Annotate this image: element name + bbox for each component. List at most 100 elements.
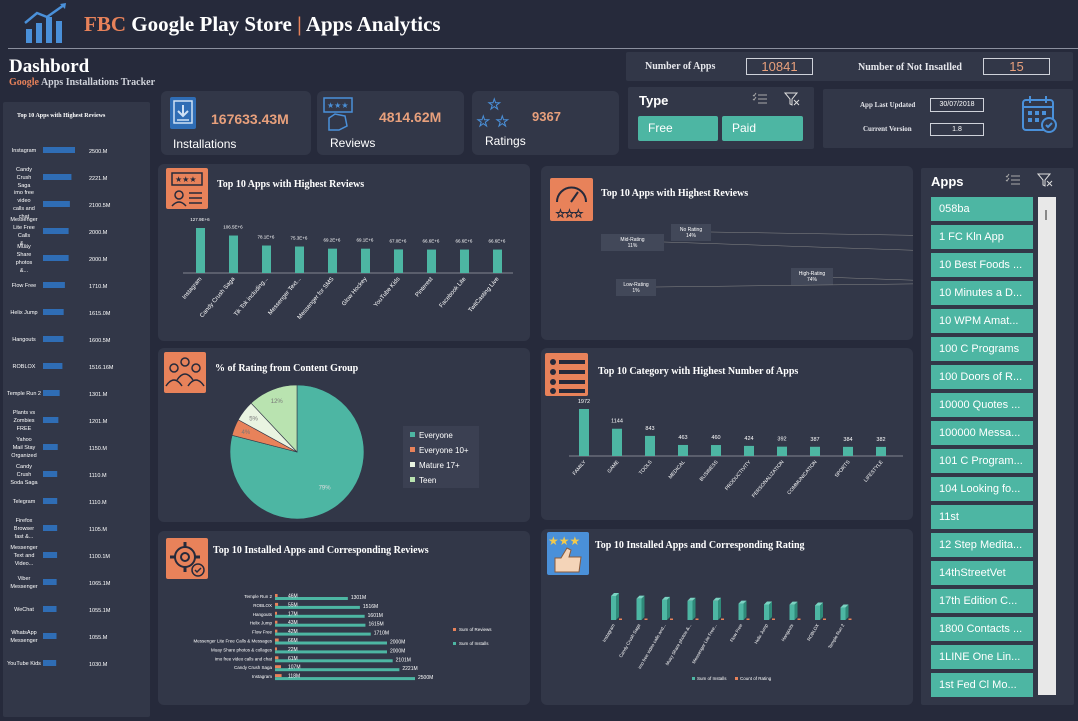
installed-reviews-category-label: Temple Run 2 bbox=[244, 594, 272, 599]
apps-list-item[interactable]: 100000 Messa... bbox=[931, 421, 1033, 445]
left-chart-category-label: Firefox bbox=[16, 518, 33, 524]
apps-list-item[interactable]: 1st Fed Cl Mo... bbox=[931, 673, 1033, 697]
reviews-category-label: Tik Tok including... bbox=[233, 276, 269, 318]
reviews-value-label: 66.6E+6 bbox=[423, 239, 440, 244]
rating-donut-chart: High-Rating74%Low-Rating1%Mid-Rating11%N… bbox=[601, 224, 913, 296]
apps-list-item[interactable]: 104 Looking fo... bbox=[931, 477, 1033, 501]
installed-reviews-reviews-bar bbox=[275, 665, 281, 669]
category-value-label: 424 bbox=[744, 436, 753, 442]
reviews-value-label: 69.2E+6 bbox=[324, 238, 341, 243]
rating-bar-count bbox=[721, 618, 724, 620]
apps-list-item[interactable]: 10 Best Foods ... bbox=[931, 253, 1033, 277]
svg-text:★★★: ★★★ bbox=[175, 175, 197, 184]
installed-reviews-installs-label: 1516M bbox=[363, 604, 378, 610]
apps-list-item[interactable]: 100 Doors of R... bbox=[931, 365, 1033, 389]
rating-category-label: Flow Free bbox=[729, 623, 744, 643]
apps-list-item[interactable]: 11st bbox=[931, 505, 1033, 529]
rating-bar-side bbox=[616, 593, 619, 620]
reviews-value: 4814.62M bbox=[379, 109, 442, 125]
rating-category-label: ROBLOX bbox=[806, 623, 820, 642]
reviews-bar bbox=[493, 249, 502, 273]
installed-reviews-chart: Temple Run 2 46M 1301M ROBLOX 55M 1516M Hangou… bbox=[193, 594, 492, 682]
installed-reviews-reviews-bar bbox=[275, 647, 277, 651]
apps-scrollbar[interactable] bbox=[1038, 197, 1056, 695]
donut-label: 74% bbox=[807, 277, 818, 283]
apps-list-item[interactable]: 14thStreetVet bbox=[931, 561, 1033, 585]
multi-select-icon[interactable] bbox=[752, 92, 768, 106]
category-label: SPORTS bbox=[834, 459, 852, 479]
left-chart-value-label: 1615.0M bbox=[89, 311, 111, 317]
left-chart-bar bbox=[43, 309, 64, 315]
apps-list-item[interactable]: 1LINE One Lin... bbox=[931, 645, 1033, 669]
reviews-label: Reviews bbox=[330, 136, 376, 150]
scrollbar-thumb[interactable] bbox=[1045, 210, 1047, 220]
installed-reviews-panel: Top 10 Installed Apps and Corresponding … bbox=[158, 531, 530, 705]
last-updated-label: App Last Updated bbox=[860, 101, 916, 109]
legend-swatch-installs bbox=[692, 677, 695, 680]
apps-multi-select-icon[interactable] bbox=[1005, 173, 1021, 187]
rating-bar-count bbox=[772, 618, 775, 620]
installed-reviews-installs-bar bbox=[275, 597, 348, 600]
apps-list-item[interactable]: 1800 Contacts ... bbox=[931, 617, 1033, 641]
installed-reviews-reviews-label: 118M bbox=[288, 674, 300, 680]
apps-list-item[interactable]: 100 C Programs bbox=[931, 337, 1033, 361]
category-bar bbox=[579, 409, 589, 456]
reviews-bar-chart: 127.9E+6 Instagram 106.5E+6 Candy Crush Sag… bbox=[182, 217, 513, 321]
apps-list-item[interactable]: 101 C Program... bbox=[931, 449, 1033, 473]
left-chart-category-label: Share bbox=[17, 252, 32, 258]
clear-filter-icon[interactable] bbox=[784, 92, 800, 106]
apps-clear-filter-icon[interactable] bbox=[1037, 173, 1053, 187]
not-installed-value: 15 bbox=[983, 58, 1050, 75]
apps-list-item[interactable]: 17th Edition C... bbox=[931, 589, 1033, 613]
apps-list-item[interactable]: 1 FC Kln App bbox=[931, 225, 1033, 249]
reviews-bar bbox=[295, 246, 304, 273]
rating-category-label: Hangouts bbox=[780, 622, 794, 642]
category-value-label: 843 bbox=[645, 426, 654, 432]
installed-reviews-reviews-label: 107M bbox=[288, 665, 301, 671]
rating-bar-installs bbox=[789, 604, 795, 620]
installed-reviews-reviews-bar bbox=[275, 674, 282, 678]
apps-list-item[interactable]: 10000 Quotes ... bbox=[931, 393, 1033, 417]
apps-slicer-title: Apps bbox=[931, 174, 964, 189]
reviews-category-label: YouTube Kids bbox=[373, 276, 401, 308]
current-version-value: 1.8 bbox=[930, 123, 984, 136]
category-label: TOOLS bbox=[638, 459, 654, 476]
reviews-value-label: 67.0E+6 bbox=[390, 238, 407, 243]
apps-count-value: 10841 bbox=[746, 58, 813, 75]
category-value-label: 384 bbox=[843, 437, 852, 443]
apps-list-item[interactable]: 058ba bbox=[931, 197, 1033, 221]
left-chart-value-label: 1065.1M bbox=[89, 581, 111, 587]
type-option-paid[interactable]: Paid bbox=[722, 116, 803, 141]
left-chart-category-label: fast &... bbox=[15, 534, 34, 540]
reviews-bar-panel: ★★★ Top 10 Apps with Highest Reviews 127… bbox=[158, 164, 530, 341]
rating-bar-count bbox=[695, 618, 699, 620]
category-value-label: 387 bbox=[810, 437, 819, 443]
current-version-label: Current Version bbox=[863, 125, 912, 133]
reviews-bar bbox=[460, 249, 469, 273]
left-reviews-panel: Top 10 Apps with Highest Reviews Instagr… bbox=[3, 102, 150, 717]
apps-list-item[interactable]: 12 Step Medita... bbox=[931, 533, 1033, 557]
category-value-label: 382 bbox=[876, 437, 885, 443]
apps-list-item[interactable]: 10 Minutes a D... bbox=[931, 281, 1033, 305]
installed-reviews-installs-label: 1710M bbox=[374, 631, 389, 637]
installed-reviews-reviews-bar bbox=[275, 629, 278, 633]
installed-reviews-installs-label: 1301M bbox=[351, 595, 366, 601]
calendar-icon bbox=[1022, 96, 1057, 133]
installed-reviews-reviews-bar bbox=[275, 611, 277, 615]
reviews-value-label: 127.9E+6 bbox=[190, 217, 210, 222]
rating-bar-side bbox=[718, 597, 721, 620]
left-chart-bar bbox=[43, 255, 69, 261]
left-chart-category-label: Plants vs bbox=[13, 410, 36, 416]
left-chart-category-label: Muay bbox=[17, 244, 31, 250]
left-chart-category-label: Candy bbox=[16, 167, 32, 173]
apps-list-item[interactable]: 10 WPM Amat... bbox=[931, 309, 1033, 333]
category-bar bbox=[678, 444, 688, 456]
type-option-free[interactable]: Free bbox=[638, 116, 718, 141]
pie-legend-swatch bbox=[410, 432, 415, 437]
reviews-category-label: Facebook Lite bbox=[439, 276, 468, 309]
left-chart-category-label: Crush bbox=[17, 175, 32, 181]
left-chart-value-label: 1055.M bbox=[89, 635, 108, 641]
legend-label-installs: Sum of Installs bbox=[697, 676, 727, 681]
installed-reviews-reviews-bar bbox=[275, 602, 279, 606]
reviews-bar bbox=[427, 249, 436, 273]
